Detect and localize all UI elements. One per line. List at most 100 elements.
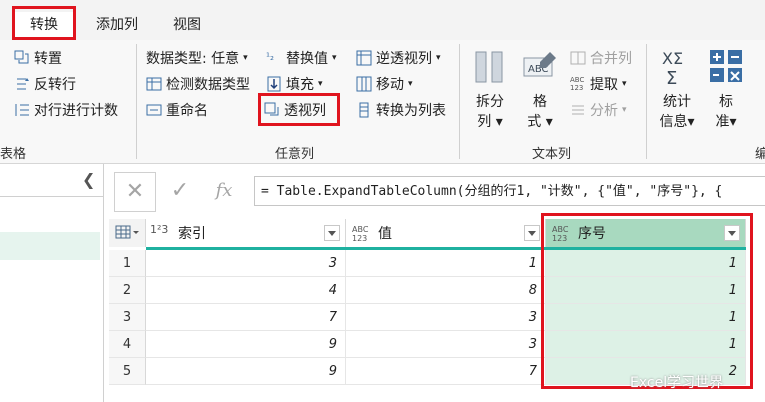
text-column-group-label: 文本列: [532, 147, 572, 162]
parse-button[interactable]: 分析 ▾: [570, 100, 627, 120]
unpivot-columns-button[interactable]: 逆透视列 ▾: [356, 48, 441, 68]
statistics-label-1: 统计: [663, 94, 691, 110]
confirm-formula-button[interactable]: ✓: [160, 172, 200, 210]
group-separator: [136, 44, 137, 159]
cell-value[interactable]: 3: [346, 331, 546, 358]
rename-label: 重命名: [166, 103, 208, 119]
move-icon: [356, 76, 372, 92]
standard-button[interactable]: 标 准▾: [708, 92, 744, 132]
watermark: Excel学习世界: [630, 375, 724, 391]
cell-value[interactable]: 3: [346, 304, 546, 331]
fill-button[interactable]: 填充 ▾: [266, 74, 323, 94]
group-separator: [459, 44, 460, 159]
number-group-label: 编: [755, 147, 765, 162]
selected-query-item[interactable]: [0, 232, 100, 260]
standard-label-1: 标: [719, 94, 733, 110]
highlight-transform-tab: [12, 6, 76, 40]
close-icon: ✕: [125, 179, 145, 204]
row-number: 2: [109, 277, 146, 304]
unpivot-columns-label: 逆透视列: [376, 51, 432, 67]
count-rows-label: 对行进行计数: [34, 103, 118, 119]
data-type-label: 数据类型: 任意: [146, 51, 240, 67]
row-number: 1: [109, 250, 146, 277]
cell-index[interactable]: 4: [146, 277, 346, 304]
chevron-down-icon: ▾: [436, 53, 441, 63]
merge-columns-label: 合并列: [590, 51, 632, 67]
convert-to-list-label: 转换为列表: [376, 103, 446, 119]
formula-bar: ✕ ✓ fx = Table.ExpandTableColumn(分组的行1, …: [104, 172, 765, 212]
ribbon: 转置 反转行 对行进行计数 表格 数据类型: 任意 ▾ 检测数据类型 重命名 ¹₂…: [0, 40, 765, 164]
column-header-value[interactable]: ABC 123 值: [346, 219, 546, 247]
tab-view[interactable]: 视图: [173, 12, 213, 38]
detect-data-type-label: 检测数据类型: [166, 77, 250, 93]
move-button[interactable]: 移动 ▾: [356, 74, 413, 94]
statistics-button[interactable]: 统计 信息▾: [654, 92, 700, 132]
group-separator: [646, 44, 647, 159]
table-menu-button[interactable]: [109, 219, 146, 247]
detect-data-type-button[interactable]: 检测数据类型: [146, 74, 250, 94]
svg-text:Σ: Σ: [666, 68, 677, 88]
column-header-index[interactable]: 1²3 索引: [146, 219, 346, 247]
split-column-label-1: 拆分: [476, 94, 504, 110]
insert-function-button[interactable]: fx: [204, 172, 244, 210]
pane-divider: [0, 196, 103, 197]
extract-icon: ABC 123: [570, 76, 585, 92]
format-label-1: 格: [533, 94, 547, 110]
split-column-icon: [470, 48, 510, 88]
whole-number-type-icon: 1²3: [150, 223, 169, 236]
title-strip: [0, 0, 765, 8]
replace-values-button[interactable]: ¹₂ 替换值 ▾: [266, 48, 337, 68]
statistics-label-2: 信息▾: [659, 114, 695, 130]
parse-icon: [572, 105, 584, 115]
rename-button[interactable]: 重命名: [146, 100, 208, 120]
merge-columns-button[interactable]: 合并列: [570, 48, 632, 68]
unpivot-icon: [356, 50, 372, 66]
collapse-chevron-left-icon[interactable]: ❮: [82, 170, 95, 189]
split-column-label-2: 列 ▾: [477, 114, 503, 130]
cell-value[interactable]: 1: [346, 250, 546, 277]
reverse-rows-label: 反转行: [34, 77, 76, 93]
svg-text:XΣ: XΣ: [662, 49, 683, 68]
convert-to-list-button[interactable]: 转换为列表: [356, 100, 446, 120]
cell-value[interactable]: 8: [346, 277, 546, 304]
cell-index[interactable]: 9: [146, 331, 346, 358]
convert-list-icon: [359, 102, 369, 118]
format-button[interactable]: 格 式 ▾: [522, 92, 558, 132]
merge-columns-icon: [570, 51, 586, 65]
count-rows-icon: [15, 104, 29, 116]
move-label: 移动: [376, 77, 404, 93]
chevron-down-icon: ▾: [318, 79, 323, 89]
cell-index[interactable]: 3: [146, 250, 346, 277]
transpose-button[interactable]: 转置: [14, 48, 62, 68]
format-label-2: 式 ▾: [527, 114, 553, 130]
tab-add-column[interactable]: 添加列: [96, 12, 156, 38]
table-grid-icon: [115, 225, 139, 239]
format-icon: ABC: [520, 48, 560, 88]
rename-icon: [146, 104, 162, 116]
count-rows-button[interactable]: 对行进行计数: [14, 100, 118, 120]
column-name-value: 值: [378, 226, 392, 242]
any-column-group-label: 任意列: [275, 147, 315, 162]
filter-dropdown-icon[interactable]: [324, 225, 340, 241]
extract-label: 提取: [590, 77, 618, 93]
transpose-label: 转置: [34, 51, 62, 67]
cell-index[interactable]: 9: [146, 358, 346, 385]
parse-label: 分析: [590, 103, 618, 119]
extract-button[interactable]: ABC 123 提取 ▾: [570, 74, 627, 94]
ribbon-tab-bar: 转换 添加列 视图: [0, 8, 765, 40]
reverse-rows-button[interactable]: 反转行: [14, 74, 76, 94]
chevron-down-icon: ▾: [622, 79, 627, 89]
fx-icon: fx: [215, 180, 233, 201]
cell-index[interactable]: 7: [146, 304, 346, 331]
row-number: 3: [109, 304, 146, 331]
split-column-button[interactable]: 拆分 列 ▾: [470, 92, 510, 132]
cell-value[interactable]: 7: [346, 358, 546, 385]
standard-label-2: 准▾: [715, 114, 737, 130]
column-name-index: 索引: [178, 226, 206, 242]
formula-input[interactable]: = Table.ExpandTableColumn(分组的行1, "计数", {…: [254, 176, 765, 206]
filter-dropdown-icon[interactable]: [524, 225, 540, 241]
chevron-down-icon: ▾: [332, 53, 337, 63]
data-type-dropdown[interactable]: 数据类型: 任意 ▾: [146, 48, 248, 68]
fill-label: 填充: [286, 77, 314, 93]
cancel-formula-button[interactable]: ✕: [114, 172, 156, 212]
